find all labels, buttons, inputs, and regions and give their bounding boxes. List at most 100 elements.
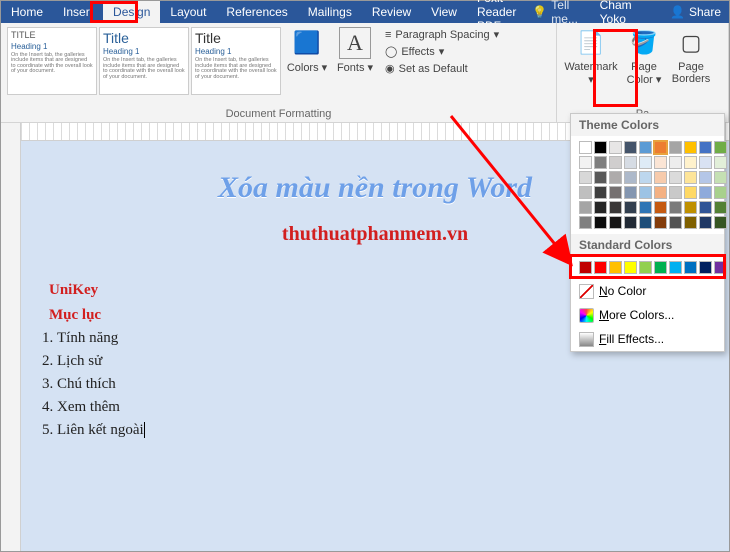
- color-swatch[interactable]: [654, 186, 667, 199]
- color-swatch[interactable]: [669, 156, 682, 169]
- format-preset[interactable]: TitleHeading 1On the Insert tab, the gal…: [99, 27, 189, 95]
- standard-colors-label: Standard Colors: [571, 234, 724, 256]
- color-swatch[interactable]: [609, 171, 622, 184]
- color-swatch[interactable]: [699, 141, 712, 154]
- tab-mailings[interactable]: Mailings: [298, 1, 362, 23]
- tab-foxit-reader-pdf[interactable]: Foxit Reader PDF: [467, 1, 526, 23]
- group-label-doc-formatting: Document Formatting: [7, 106, 550, 120]
- color-swatch[interactable]: [714, 186, 727, 199]
- color-swatch[interactable]: [579, 141, 592, 154]
- color-swatch[interactable]: [609, 156, 622, 169]
- color-swatch[interactable]: [639, 201, 652, 214]
- more-colors-item[interactable]: More Colors...: [571, 303, 724, 327]
- color-swatch[interactable]: [714, 201, 727, 214]
- color-swatch[interactable]: [624, 171, 637, 184]
- page-borders-icon: ▢: [675, 27, 707, 59]
- tab-view[interactable]: View: [421, 1, 467, 23]
- color-swatch[interactable]: [654, 141, 667, 154]
- tab-home[interactable]: Home: [1, 1, 53, 23]
- format-preset[interactable]: TitleHeading 1On the Insert tab, the gal…: [191, 27, 281, 95]
- color-swatch[interactable]: [669, 141, 682, 154]
- color-swatch[interactable]: [624, 216, 637, 229]
- toc-item: Chú thích: [57, 376, 701, 393]
- tab-review[interactable]: Review: [362, 1, 421, 23]
- color-swatch[interactable]: [609, 216, 622, 229]
- color-swatch[interactable]: [639, 156, 652, 169]
- color-swatch[interactable]: [579, 201, 592, 214]
- tab-layout[interactable]: Layout: [160, 1, 216, 23]
- color-swatch[interactable]: [684, 186, 697, 199]
- set-default-button[interactable]: ◉Set as Default: [381, 61, 503, 76]
- vertical-ruler: [1, 123, 21, 551]
- color-swatch[interactable]: [639, 141, 652, 154]
- color-swatch[interactable]: [594, 156, 607, 169]
- color-swatch[interactable]: [594, 201, 607, 214]
- chevron-down-icon: ▾: [653, 74, 662, 86]
- chevron-down-icon: ▾: [439, 45, 445, 58]
- paragraph-spacing-button[interactable]: ≡Paragraph Spacing ▾: [381, 27, 503, 42]
- color-swatch[interactable]: [714, 171, 727, 184]
- color-swatch[interactable]: [639, 186, 652, 199]
- chevron-down-icon: ▾: [494, 28, 500, 41]
- format-preset[interactable]: TITLEHeading 1On the Insert tab, the gal…: [7, 27, 97, 95]
- no-color-item[interactable]: No Color: [571, 279, 724, 303]
- fonts-button[interactable]: AFonts ▾: [333, 27, 377, 74]
- color-swatch[interactable]: [609, 141, 622, 154]
- color-swatch[interactable]: [684, 171, 697, 184]
- chevron-down-icon: ▾: [319, 62, 328, 74]
- color-swatch[interactable]: [699, 201, 712, 214]
- color-swatch[interactable]: [654, 201, 667, 214]
- highlight-no-color: [569, 254, 726, 279]
- color-swatch[interactable]: [654, 216, 667, 229]
- color-swatch[interactable]: [624, 186, 637, 199]
- color-swatch[interactable]: [714, 216, 727, 229]
- toc-item: Xem thêm: [57, 399, 701, 416]
- tab-references[interactable]: References: [216, 1, 297, 23]
- color-swatch[interactable]: [669, 216, 682, 229]
- color-swatch[interactable]: [579, 186, 592, 199]
- highlight-design-tab: [90, 1, 138, 23]
- share-button[interactable]: 👤Share: [662, 5, 729, 19]
- color-swatch[interactable]: [669, 186, 682, 199]
- color-swatch[interactable]: [699, 156, 712, 169]
- colors-icon: 🟦: [291, 27, 323, 59]
- color-swatch[interactable]: [624, 141, 637, 154]
- color-swatch[interactable]: [639, 216, 652, 229]
- color-swatch[interactable]: [594, 216, 607, 229]
- color-swatch[interactable]: [684, 156, 697, 169]
- color-swatch[interactable]: [594, 171, 607, 184]
- color-swatch[interactable]: [579, 171, 592, 184]
- toc-item: Liên kết ngoài: [57, 422, 701, 439]
- doc-formatting-gallery[interactable]: TITLEHeading 1On the Insert tab, the gal…: [7, 27, 281, 95]
- color-swatch[interactable]: [609, 201, 622, 214]
- color-swatch[interactable]: [594, 141, 607, 154]
- color-swatch[interactable]: [624, 156, 637, 169]
- color-swatch[interactable]: [639, 171, 652, 184]
- page-borders-button[interactable]: ▢Page Borders: [669, 27, 713, 85]
- color-swatch[interactable]: [624, 201, 637, 214]
- theme-colors-label: Theme Colors: [571, 114, 724, 136]
- fill-effects-item[interactable]: Fill Effects...: [571, 327, 724, 351]
- color-swatch[interactable]: [699, 216, 712, 229]
- color-swatch[interactable]: [609, 186, 622, 199]
- color-swatch[interactable]: [579, 216, 592, 229]
- color-swatch[interactable]: [669, 171, 682, 184]
- effects-button[interactable]: ◯Effects ▾: [381, 44, 503, 59]
- color-swatch[interactable]: [669, 201, 682, 214]
- color-swatch[interactable]: [699, 186, 712, 199]
- colors-button[interactable]: 🟦Colors ▾: [285, 27, 329, 74]
- highlight-page-color: [593, 29, 638, 107]
- chevron-down-icon: ▾: [364, 62, 373, 74]
- color-swatch[interactable]: [684, 216, 697, 229]
- color-swatch[interactable]: [654, 156, 667, 169]
- color-swatch[interactable]: [714, 141, 727, 154]
- color-swatch[interactable]: [699, 171, 712, 184]
- color-swatch[interactable]: [684, 141, 697, 154]
- color-swatch[interactable]: [594, 186, 607, 199]
- color-swatch[interactable]: [579, 156, 592, 169]
- page-color-dropdown: Theme Colors Standard Colors No Color Mo…: [570, 113, 725, 352]
- lightbulb-icon: 💡: [532, 5, 547, 19]
- color-swatch[interactable]: [714, 156, 727, 169]
- color-swatch[interactable]: [654, 171, 667, 184]
- color-swatch[interactable]: [684, 201, 697, 214]
